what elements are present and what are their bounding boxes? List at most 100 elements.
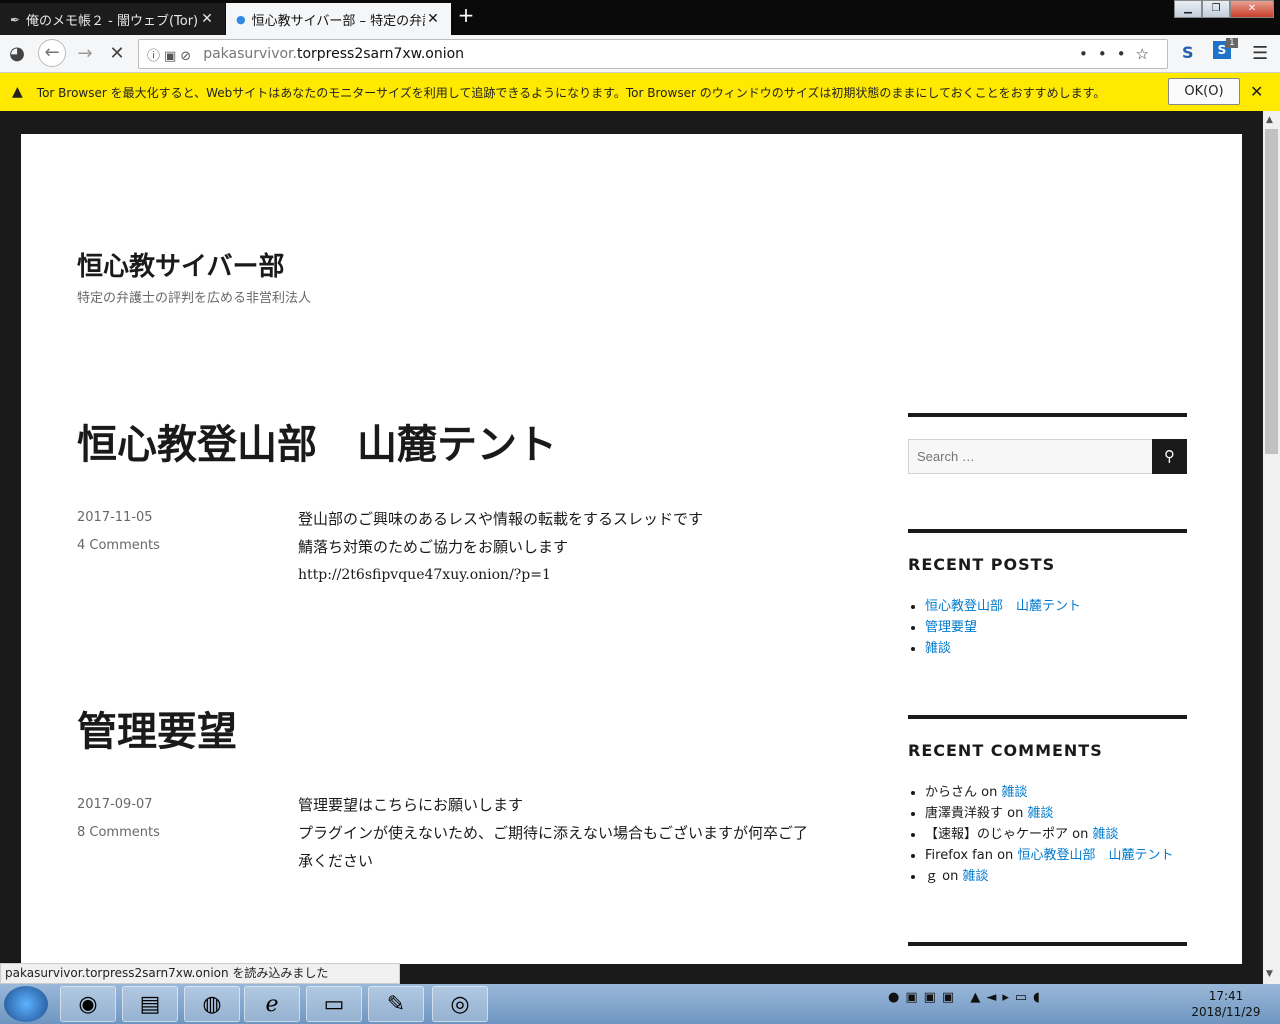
list-item: ｇ on 雑談	[925, 866, 1173, 887]
list-item: 雑談	[925, 638, 1081, 659]
close-icon[interactable]: ✕	[425, 11, 441, 27]
network-computer-icon[interactable]: ▤	[122, 986, 178, 1022]
comment-author: ｇ	[925, 869, 939, 884]
recent-post-link[interactable]: 雑談	[925, 641, 951, 656]
back-button[interactable]: ←	[38, 39, 66, 67]
comment-author: 【速報】のじゃケーポア	[925, 827, 1069, 842]
recent-post-link[interactable]: 管理要望	[925, 620, 977, 635]
page-scrollbar[interactable]: ▲ ▼	[1263, 111, 1280, 984]
tab-bar: ✒ 俺のメモ帳２ - 闇ウェブ(Tor) ✕ ● 恒心教サイバー部 – 特定の弁…	[0, 0, 1280, 35]
comment-on: on	[997, 848, 1014, 863]
sidebar-divider	[908, 413, 1187, 417]
url-prefix: pakasurvivor.	[203, 46, 297, 62]
ok-button[interactable]: OK(O)	[1168, 78, 1240, 105]
scroll-down-icon[interactable]: ▼	[1266, 969, 1273, 979]
post-line: 管理要望はこちらにお願いします	[298, 796, 524, 814]
post-title[interactable]: 管理要望	[77, 699, 237, 757]
comment-post-link[interactable]: 雑談	[963, 869, 989, 884]
close-icon[interactable]: ✕	[199, 11, 215, 27]
paint-icon[interactable]: ✎	[368, 986, 424, 1022]
window-close-button[interactable]: ✕	[1230, 0, 1274, 18]
s-extension-icon[interactable]: S	[1182, 43, 1194, 62]
site-info-icon[interactable]: ⓘ▣⊘	[147, 45, 195, 64]
restore-button[interactable]: ❐	[1202, 0, 1230, 18]
comment-on: on	[942, 869, 959, 884]
chrome-icon[interactable]: ◉	[60, 986, 116, 1022]
url-domain: torpress2sarn7xw.onion	[296, 46, 465, 62]
tab-memo[interactable]: ✒ 俺のメモ帳２ - 闇ウェブ(Tor) ✕	[0, 3, 225, 35]
recent-posts-title: RECENT POSTS	[908, 555, 1056, 574]
search-icon: ⚲	[1164, 447, 1175, 465]
file-explorer-icon[interactable]: ▭	[306, 986, 362, 1022]
site-description: 特定の弁護士の評判を広める非営利法人	[77, 291, 312, 306]
internet-explorer-icon[interactable]: ℯ	[244, 986, 300, 1022]
post-line: 鯖落ち対策のためご協力をお願いします	[298, 538, 569, 556]
comment-author: 唐澤貴洋殺す	[925, 806, 1004, 821]
list-item: 【速報】のじゃケーポア on 雑談	[925, 824, 1173, 845]
site-title[interactable]: 恒心教サイバー部	[77, 246, 284, 283]
clock[interactable]: 17:41 2018/11/29	[1186, 988, 1266, 1020]
search-input[interactable]	[908, 439, 1152, 474]
tor-browser-icon[interactable]: ◎	[432, 986, 488, 1022]
tab-title: 恒心教サイバー部 – 特定の弁護	[251, 13, 425, 29]
system-tray-icons[interactable]: ●▣▣▣ ▲◄▸▭◖	[888, 990, 1046, 1005]
post-title[interactable]: 恒心教登山部 山麓テント	[77, 412, 557, 470]
post-line: 登山部のご興味のあるレスや情報の転載をするスレッドです	[298, 510, 704, 528]
list-item: Firefox fan on 恒心教登山部 山麓テント	[925, 845, 1173, 866]
comment-post-link[interactable]: 雑談	[1093, 827, 1119, 842]
status-bar: pakasurvivor.torpress2sarn7xw.onion を読み込…	[0, 963, 400, 984]
post-comments-link[interactable]: 8 Comments	[77, 825, 160, 840]
comment-on: on	[1007, 806, 1024, 821]
page-content: 恒心教サイバー部 特定の弁護士の評判を広める非営利法人 恒心教登山部 山麓テント…	[21, 134, 1242, 964]
recent-post-link[interactable]: 恒心教登山部 山麓テント	[925, 599, 1081, 614]
forward-button[interactable]: →	[72, 42, 98, 66]
tab-cyber[interactable]: ● 恒心教サイバー部 – 特定の弁護 ✕	[226, 3, 451, 35]
new-tab-button[interactable]: +	[455, 5, 477, 27]
sidebar-divider	[908, 529, 1187, 533]
search-form: ⚲	[908, 439, 1187, 474]
search-button[interactable]: ⚲	[1152, 439, 1187, 474]
comment-post-link[interactable]: 恒心教登山部 山麓テント	[1017, 848, 1173, 863]
quill-icon: ✒	[10, 13, 21, 27]
page-actions-icon[interactable]: •••☆	[1079, 45, 1159, 63]
post-line: 承ください	[298, 852, 374, 870]
list-item: 恒心教登山部 山麓テント	[925, 596, 1081, 617]
onion-icon[interactable]: ◕	[4, 42, 30, 66]
sidebar-divider	[908, 715, 1187, 719]
notice-text: Tor Browser を最大化すると、Webサイトはあなたのモニターサイズを利…	[36, 85, 1106, 100]
comment-author: からさん	[925, 785, 978, 800]
post-line: プラグインが使えないため、ご期待に添えない場合もございますが何卒ご了	[298, 824, 809, 842]
warning-icon: ▲	[12, 84, 23, 100]
post-date[interactable]: 2017-11-05	[77, 510, 153, 525]
recent-comments-title: RECENT COMMENTS	[908, 741, 1103, 760]
list-item: 管理要望	[925, 617, 1081, 638]
clock-time: 17:41	[1208, 989, 1244, 1003]
menu-icon[interactable]: ☰	[1252, 43, 1268, 64]
notification-bar: ▲ Tor Browser を最大化すると、Webサイトはあなたのモニターサイズ…	[0, 73, 1280, 111]
recent-comments-list: からさん on 雑談 唐澤貴洋殺す on 雑談 【速報】のじゃケーポア on 雑…	[925, 782, 1173, 887]
list-item: 唐澤貴洋殺す on 雑談	[925, 803, 1173, 824]
url-bar[interactable]: ⓘ▣⊘ pakasurvivor. torpress2sarn7xw.onion …	[138, 39, 1168, 69]
nav-bar: ◕ ← → ✕ ⓘ▣⊘ pakasurvivor. torpress2sarn7x…	[0, 35, 1280, 73]
comment-author: Firefox fan	[925, 848, 993, 863]
comment-post-link[interactable]: 雑談	[1028, 806, 1054, 821]
scroll-up-icon[interactable]: ▲	[1266, 115, 1273, 125]
post-date[interactable]: 2017-09-07	[77, 797, 153, 812]
clock-date: 2018/11/29	[1191, 1005, 1261, 1019]
close-icon[interactable]: ✕	[1250, 82, 1263, 101]
list-item: からさん on 雑談	[925, 782, 1173, 803]
post-excerpt: 登山部のご興味のあるレスや情報の転載をするスレッドです 鯖落ち対策のためご協力を…	[298, 505, 858, 589]
minimize-button[interactable]: ▁	[1174, 0, 1202, 18]
stop-button[interactable]: ✕	[104, 42, 130, 66]
sidebar-divider	[908, 942, 1187, 946]
taskbar: ◉ ▤ ◍ ℯ ▭ ✎ ◎ ●▣▣▣ ▲◄▸▭◖ 17:41 2018/11/2…	[0, 984, 1280, 1024]
comment-post-link[interactable]: 雑談	[1002, 785, 1028, 800]
scroll-thumb[interactable]	[1265, 129, 1278, 454]
recent-posts-list: 恒心教登山部 山麓テント 管理要望 雑談	[925, 596, 1081, 659]
loading-dot-icon: ●	[236, 12, 246, 26]
comment-on: on	[981, 785, 998, 800]
start-button[interactable]	[4, 986, 48, 1022]
firefox-icon[interactable]: ◍	[184, 986, 240, 1022]
post-comments-link[interactable]: 4 Comments	[77, 538, 160, 553]
comment-on: on	[1072, 827, 1089, 842]
